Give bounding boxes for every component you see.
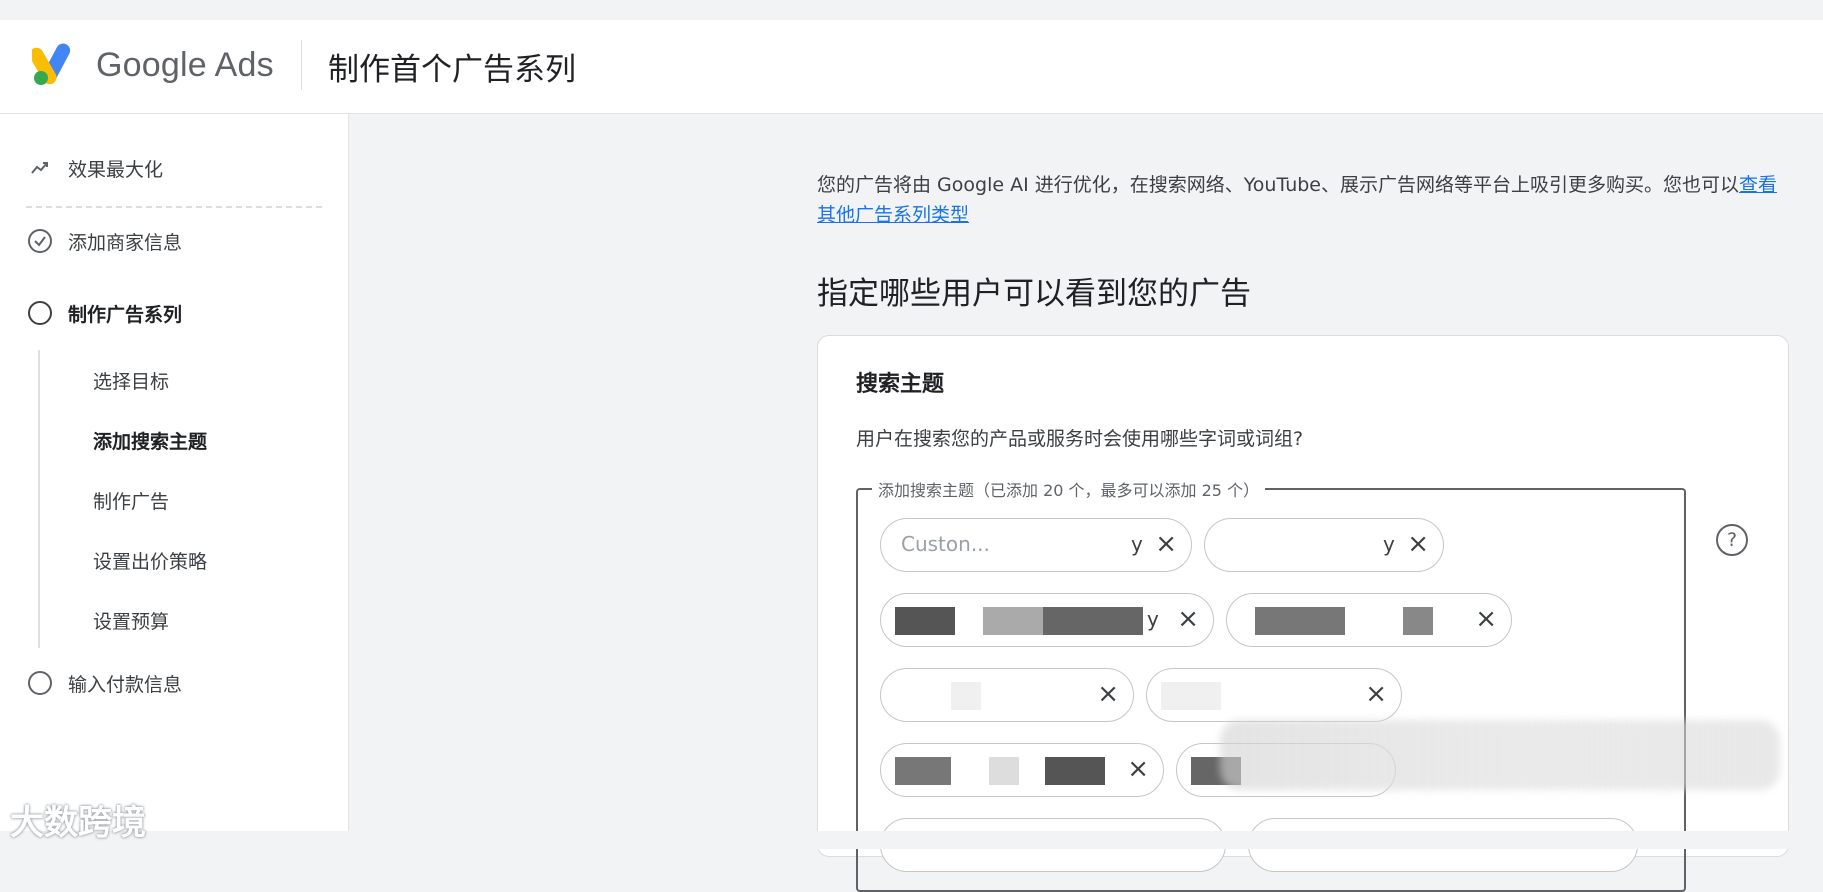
remove-chip-icon[interactable]: × bbox=[1127, 754, 1149, 784]
substep-add-search-themes[interactable]: 添加搜索主题 bbox=[93, 427, 207, 454]
header-divider bbox=[301, 40, 302, 90]
search-theme-chip: × bbox=[1226, 593, 1512, 647]
watermark-logo: 大数跨境 bbox=[10, 795, 146, 844]
remove-chip-icon[interactable]: × bbox=[1097, 679, 1119, 709]
step-label: 输入付款信息 bbox=[68, 673, 183, 696]
chip-text: y bbox=[1147, 607, 1159, 631]
sidebar-item-performance-max: 效果最大化 bbox=[26, 154, 163, 182]
search-theme-chip: Custon... y × bbox=[880, 518, 1192, 572]
redacted-text bbox=[895, 607, 955, 635]
step-business-info[interactable]: 添加商家信息 bbox=[26, 227, 182, 255]
step-label: 添加商家信息 bbox=[68, 231, 183, 254]
bottom-bar bbox=[0, 831, 1823, 849]
redacted-text bbox=[1043, 607, 1143, 635]
search-theme-chip: × bbox=[880, 743, 1164, 797]
watermark-text: 大数跨境 bbox=[10, 803, 146, 843]
card-question: 用户在搜索您的产品或服务时会使用哪些字词或词组? bbox=[856, 428, 1304, 450]
chip-text: Custon... bbox=[901, 532, 990, 556]
trending-icon bbox=[26, 154, 54, 182]
check-circle-icon bbox=[26, 227, 54, 255]
remove-chip-icon[interactable]: × bbox=[1177, 604, 1199, 634]
redacted-text bbox=[1161, 682, 1221, 710]
circle-outline-icon bbox=[26, 299, 54, 327]
redacted-text bbox=[1045, 757, 1105, 785]
redacted-text bbox=[1255, 607, 1345, 635]
substep-choose-goal[interactable]: 选择目标 bbox=[93, 367, 169, 394]
circle-outline-icon bbox=[26, 669, 54, 697]
remove-chip-icon[interactable]: × bbox=[1475, 604, 1497, 634]
help-icon[interactable]: ? bbox=[1716, 524, 1748, 556]
chip-text: y bbox=[1131, 532, 1143, 556]
redacted-text bbox=[1403, 607, 1433, 635]
remove-chip-icon[interactable]: × bbox=[1407, 529, 1429, 559]
section-title: 指定哪些用户可以看到您的广告 bbox=[817, 276, 1251, 312]
substep-track bbox=[38, 350, 40, 648]
substep-bidding[interactable]: 设置出价策略 bbox=[93, 547, 207, 574]
sidebar-divider bbox=[26, 206, 322, 208]
redacted-text bbox=[951, 682, 981, 710]
field-label: 添加搜索主题（已添加 20 个，最多可以添加 25 个） bbox=[872, 477, 1266, 501]
watermark-blur bbox=[1220, 720, 1780, 790]
substep-budget[interactable]: 设置预算 bbox=[93, 607, 169, 634]
search-theme-chip: × bbox=[880, 668, 1134, 722]
progress-sidebar: 效果最大化 添加商家信息 制作广告系列 选择目标 添加搜索主题 制作广告 设置出… bbox=[0, 114, 349, 831]
remove-chip-icon[interactable]: × bbox=[1155, 529, 1177, 559]
google-ads-logo-icon bbox=[32, 43, 71, 85]
card-title: 搜索主题 bbox=[856, 372, 945, 397]
brand-name: Google Ads bbox=[96, 46, 274, 84]
step-create-campaign[interactable]: 制作广告系列 bbox=[26, 299, 182, 327]
campaign-description: 您的广告将由 Google AI 进行优化，在搜索网络、YouTube、展示广告… bbox=[817, 170, 1777, 230]
step-label: 制作广告系列 bbox=[68, 303, 183, 326]
chip-text: y bbox=[1383, 532, 1395, 556]
remove-chip-icon[interactable]: × bbox=[1365, 679, 1387, 709]
substep-create-ads[interactable]: 制作广告 bbox=[93, 487, 169, 514]
search-theme-chip: y × bbox=[1204, 518, 1444, 572]
sidebar-item-label: 效果最大化 bbox=[68, 158, 164, 181]
description-text: 您的广告将由 Google AI 进行优化，在搜索网络、YouTube、展示广告… bbox=[817, 174, 1739, 196]
step-payment-info[interactable]: 输入付款信息 bbox=[26, 669, 182, 697]
redacted-text bbox=[983, 607, 1043, 635]
redacted-text bbox=[989, 757, 1019, 785]
page-title: 制作首个广告系列 bbox=[328, 52, 576, 88]
search-theme-chip: × bbox=[1146, 668, 1402, 722]
search-theme-chip: y × bbox=[880, 593, 1214, 647]
top-header: Google Ads 制作首个广告系列 bbox=[0, 20, 1823, 114]
redacted-text bbox=[895, 757, 951, 785]
